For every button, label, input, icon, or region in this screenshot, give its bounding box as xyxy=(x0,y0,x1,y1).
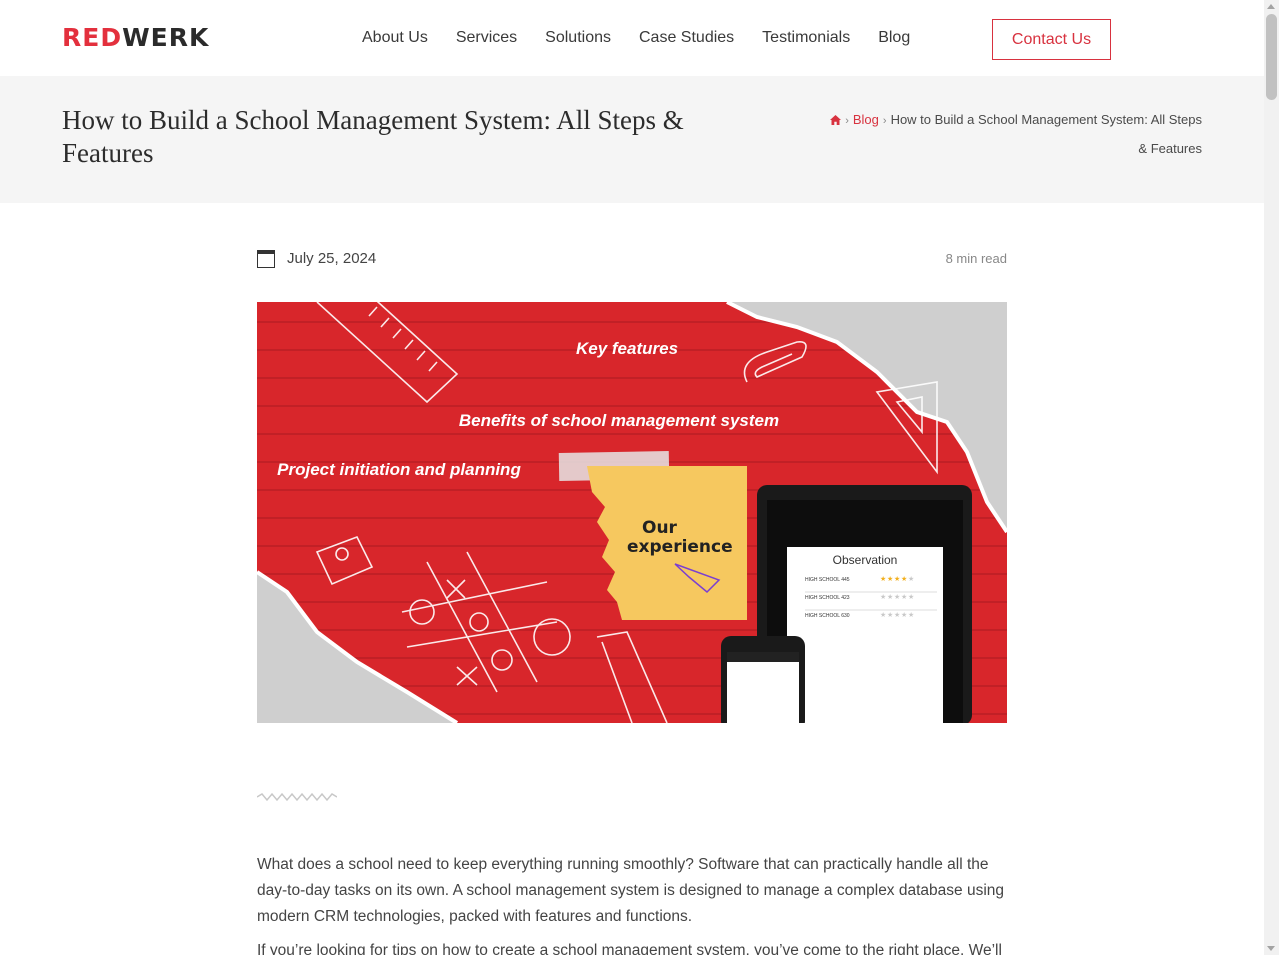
star-icon: ★ xyxy=(880,575,886,583)
scroll-up-arrow-icon[interactable] xyxy=(1267,4,1275,9)
tablet-row-2: HIGH SCHOOL 423 xyxy=(805,595,850,601)
main-nav: About Us Services Solutions Case Studies… xyxy=(348,28,924,48)
post-date: July 25, 2024 xyxy=(287,250,377,267)
star-icon: ★ xyxy=(894,593,900,601)
scroll-thumb[interactable] xyxy=(1266,14,1277,100)
hero-illustration: Key features Benefits of school manageme… xyxy=(257,302,1007,723)
star-icon: ★ xyxy=(894,575,900,583)
nav-case-studies[interactable]: Case Studies xyxy=(625,28,748,48)
decorative-squiggle xyxy=(257,792,337,802)
title-band: How to Build a School Management System:… xyxy=(0,76,1264,203)
tablet-title: Observation xyxy=(833,553,898,567)
hero-label-project-initiation: Project initiation and planning xyxy=(277,460,521,479)
hero-label-key-features: Key features xyxy=(576,339,678,358)
tablet-row-3: HIGH SCHOOL 630 xyxy=(805,613,850,619)
article-paragraph: If you’re looking for tips on how to cre… xyxy=(257,942,1002,955)
post-meta: July 25, 2024 8 min read xyxy=(257,249,1007,271)
breadcrumb: › Blog › How to Build a School Management S… xyxy=(822,106,1202,162)
note-text-line-1: Our xyxy=(642,518,678,538)
star-icon: ★ xyxy=(901,593,907,601)
star-icon: ★ xyxy=(887,611,893,619)
nav-services[interactable]: Services xyxy=(442,28,531,48)
star-icon: ★ xyxy=(880,611,886,619)
nav-solutions[interactable]: Solutions xyxy=(531,28,625,48)
breadcrumb-blog-link[interactable]: Blog xyxy=(853,112,879,127)
star-icon: ★ xyxy=(908,593,914,601)
hero-image: Key features Benefits of school manageme… xyxy=(257,302,1007,723)
scroll-down-arrow-icon[interactable] xyxy=(1267,946,1275,951)
rating-stars: ★ ★ ★ ★ ★★ ★ ★ ★ ★★ ★ ★ ★ ★ xyxy=(880,575,914,619)
breadcrumb-separator: › xyxy=(882,115,887,127)
star-icon: ★ xyxy=(880,593,886,601)
calendar-icon xyxy=(257,250,275,268)
star-icon: ★ xyxy=(887,593,893,601)
redwerk-logo[interactable]: REDWERK xyxy=(62,25,209,50)
page-scrollbar[interactable] xyxy=(1264,0,1279,955)
nav-testimonials[interactable]: Testimonials xyxy=(748,28,864,48)
breadcrumb-current: How to Build a School Management System:… xyxy=(890,112,1202,156)
contact-us-button[interactable]: Contact Us xyxy=(992,19,1111,60)
star-icon: ★ xyxy=(908,575,914,583)
breadcrumb-separator: › xyxy=(845,115,849,127)
hero-label-benefits: Benefits of school management system xyxy=(459,411,779,430)
star-icon: ★ xyxy=(894,611,900,619)
read-time: 8 min read xyxy=(945,251,1007,266)
star-icon: ★ xyxy=(901,575,907,583)
tablet-row-1: HIGH SCHOOL 445 xyxy=(805,577,850,583)
star-icon: ★ xyxy=(887,575,893,583)
home-icon[interactable] xyxy=(830,115,842,125)
site-header: REDWERK About Us Services Solutions Case… xyxy=(0,0,1264,76)
star-icon: ★ xyxy=(908,611,914,619)
nav-about-us[interactable]: About Us xyxy=(348,28,442,48)
page-title: How to Build a School Management System:… xyxy=(62,105,684,168)
article-paragraph: What does a school need to keep everythi… xyxy=(257,856,1005,925)
article-body: What does a school need to keep everythi… xyxy=(257,852,1012,955)
nav-blog[interactable]: Blog xyxy=(864,28,924,48)
star-icon: ★ xyxy=(901,611,907,619)
note-text-line-2: experience xyxy=(627,537,733,557)
